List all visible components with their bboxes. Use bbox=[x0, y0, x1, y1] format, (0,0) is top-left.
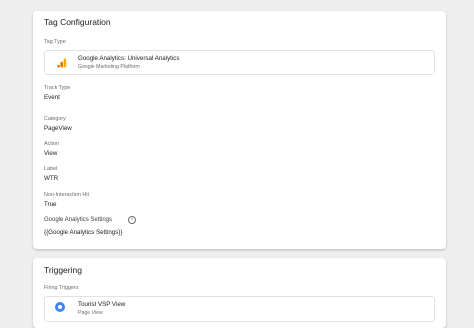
eye-icon bbox=[55, 302, 65, 312]
label-value: WTR bbox=[44, 175, 59, 182]
google-analytics-icon bbox=[57, 58, 67, 68]
track-type-value: Event bbox=[44, 94, 60, 101]
tag-type-tile[interactable]: Google Analytics: Universal Analytics Go… bbox=[44, 50, 435, 75]
help-icon[interactable]: ? bbox=[128, 216, 136, 224]
category-value: PageView bbox=[44, 125, 72, 132]
tag-type-provider: Google Marketing Platform bbox=[78, 64, 140, 70]
action-value: View bbox=[44, 150, 58, 157]
trigger-type: Page View bbox=[78, 310, 103, 316]
trigger-tile[interactable]: Tourist VSP View Page View bbox=[44, 296, 435, 322]
track-type-label: Track Type bbox=[44, 85, 71, 91]
ga-settings-label: Google Analytics Settings bbox=[44, 217, 113, 223]
category-label: Category bbox=[44, 116, 66, 122]
tag-type-name: Google Analytics: Universal Analytics bbox=[78, 55, 180, 62]
non-interaction-hit-value: True bbox=[44, 201, 57, 208]
non-interaction-hit-label: Non-Interaction Hit bbox=[44, 192, 89, 198]
ga-settings-label-row: Google Analytics Settings ? bbox=[44, 216, 164, 227]
triggering-title: Triggering bbox=[44, 265, 82, 275]
ga-settings-value: {{Google Analytics Settings}} bbox=[44, 229, 123, 236]
action-label: Action bbox=[44, 141, 59, 147]
triggering-card[interactable]: Triggering Firing Triggers Tourist VSP V… bbox=[33, 258, 446, 328]
trigger-name: Tourist VSP View bbox=[78, 301, 126, 308]
tag-configuration-card[interactable]: Tag Configuration Tag Type Google Analyt… bbox=[33, 11, 446, 249]
firing-triggers-label: Firing Triggers bbox=[44, 285, 79, 291]
tag-type-label: Tag Type bbox=[44, 39, 66, 45]
tag-configuration-title: Tag Configuration bbox=[44, 17, 111, 27]
label-label: Label bbox=[44, 166, 58, 172]
